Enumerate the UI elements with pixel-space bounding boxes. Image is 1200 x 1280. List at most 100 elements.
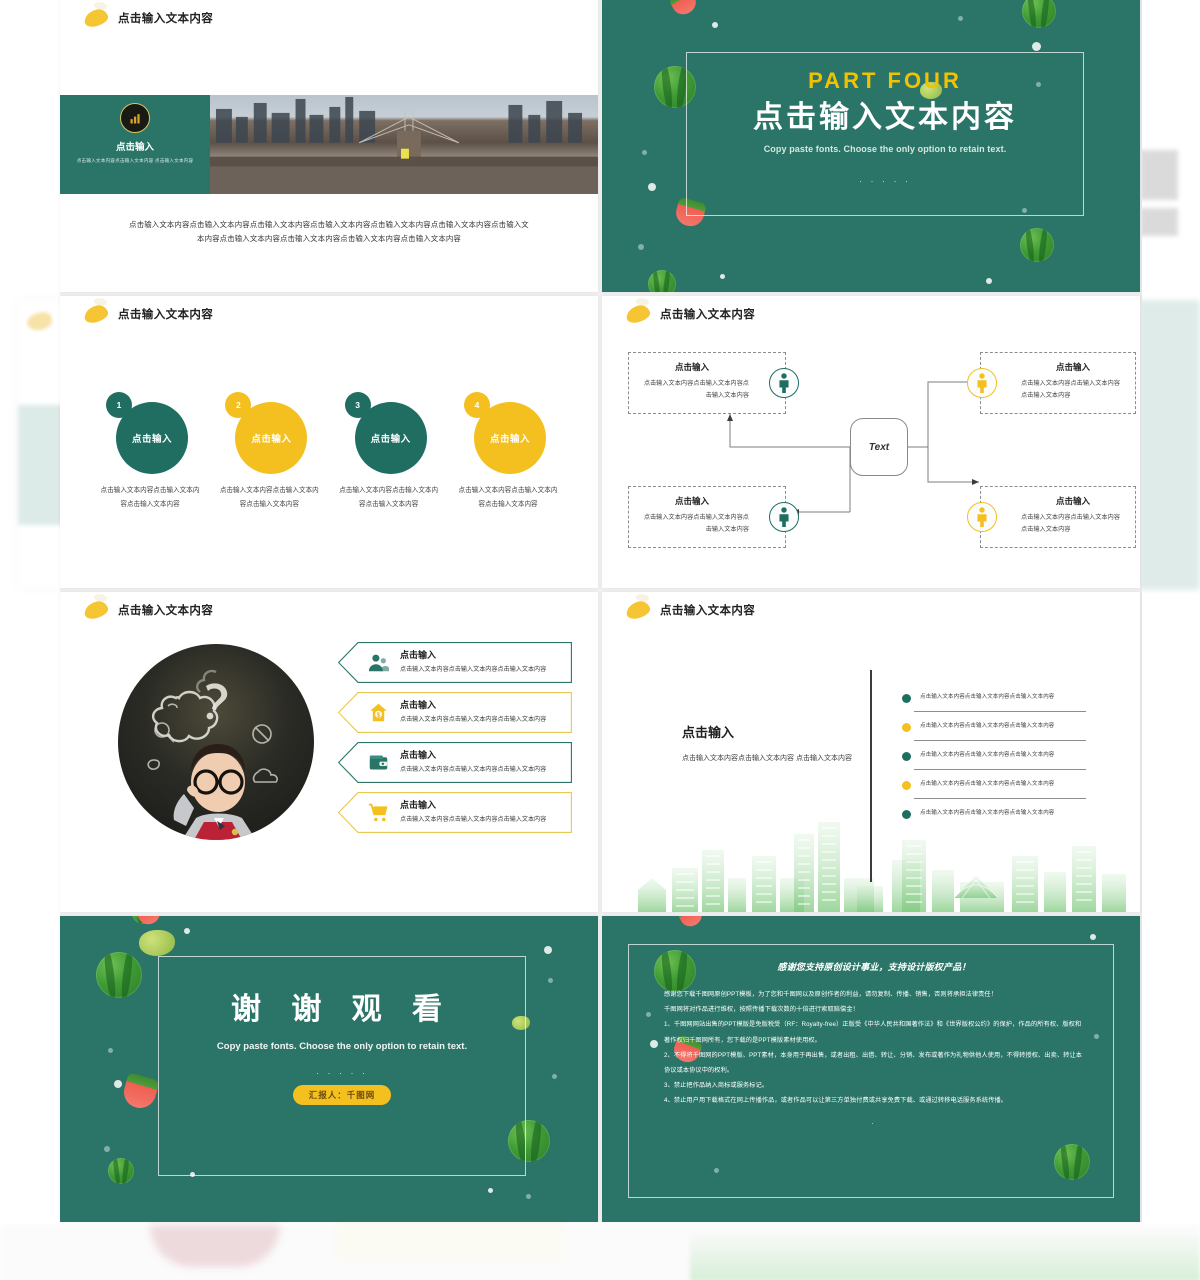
banner-card-subtitle: 点击输入文本内容点击输入文本内容 点击输入文本内容 <box>76 158 194 163</box>
slide-header-title: 点击输入文本内容 <box>118 309 214 321</box>
svg-text:$: $ <box>377 712 381 719</box>
slide-photo-banners[interactable]: 点击输入文本内容 点击输入 点击输入文本内容点击输入文本内容点击输入文本内容 $… <box>60 592 598 912</box>
decorative-dot <box>488 1188 493 1193</box>
divider <box>914 740 1086 741</box>
banner-card-title: 点击输入 <box>115 142 154 153</box>
slide-title: 谢 谢 观 看 <box>230 993 453 1026</box>
copyright-dots: · <box>871 1118 877 1128</box>
timeline-text: 点击输入文本内容点击输入文本内容点击输入文本内容 <box>920 781 1055 787</box>
list-item[interactable]: 点击输入文本内容点击输入文本内容点击输入文本内容 <box>902 748 1088 777</box>
leaf-icon <box>624 599 652 621</box>
background-ghost-teal-block-right <box>1138 300 1200 590</box>
list-item[interactable]: 点击输入 点击输入文本内容点击输入文本内容点击输入文本内容 <box>338 792 572 833</box>
divider <box>914 798 1086 799</box>
banner-desc: 点击输入文本内容点击输入文本内容点击输入文本内容 <box>400 816 547 823</box>
decorative-dot <box>1032 42 1041 51</box>
background-ghost-card <box>335 1222 565 1262</box>
person-icon <box>967 502 997 532</box>
decorative-dot <box>104 1146 110 1152</box>
list-item[interactable]: 点击输入 点击输入文本内容点击输入文本内容点击输入文本内容 <box>338 642 572 683</box>
decorative-dot <box>108 1048 113 1053</box>
copyright-line: 感谢您下载千图网原创PPT模板，为了您和千图网以及原创作者的利益，请勿复制、传播… <box>664 991 997 998</box>
slide-deck-grid: 点击输入文本内容 点击输入 点击输入文本内容点击输入文本内容 点击输入文本内容 <box>60 0 1142 1222</box>
leaf-icon <box>82 7 110 29</box>
copyright-paragraphs: 感谢您下载千图网原创PPT模板，为了您和千图网以及原创作者的利益，请勿复制、传播… <box>664 987 1084 1109</box>
list-item[interactable]: 点击输入文本内容点击输入文本内容点击输入文本内容 <box>902 690 1088 719</box>
diagram-box-title: 点击输入 <box>1055 496 1090 506</box>
slide-header: 点击输入文本内容 <box>82 599 214 621</box>
timeline-bullet <box>902 694 911 703</box>
diagram-box-desc: 点击输入文本内容点击输入文本内容点击输入文本内容 <box>1021 514 1120 534</box>
slide-flow-diagram[interactable]: 点击输入文本内容 点击输入 点击输入文本内容点击输入文本内容点击输入文本内容 点… <box>602 296 1140 588</box>
part-label: PART FOUR <box>808 68 962 93</box>
list-item[interactable]: 点击输入 点击输入文本内容点击输入文本内容点击输入文本内容 <box>338 742 572 783</box>
bar-chart-icon <box>120 103 150 133</box>
slide-title: 点击输入文本内容 <box>753 101 1017 134</box>
diagram-box[interactable]: 点击输入 点击输入文本内容点击输入文本内容点击输入文本内容 <box>967 352 1136 414</box>
slide-thank-you[interactable]: 谢 谢 观 看 Copy paste fonts. Choose the onl… <box>60 916 598 1222</box>
decorative-dot <box>986 278 992 284</box>
diagram-hub-node[interactable]: Text <box>850 418 908 476</box>
diagram-box-title: 点击输入 <box>674 496 709 506</box>
banner-desc: 点击输入文本内容点击输入文本内容点击输入文本内容 <box>400 666 547 673</box>
banner-desc: 点击输入文本内容点击输入文本内容点击输入文本内容 <box>400 716 547 723</box>
slide-header-title: 点击输入文本内容 <box>118 13 214 25</box>
shopping-cart-icon <box>368 802 389 823</box>
watermelon-icon <box>1020 228 1054 262</box>
decorative-dot <box>548 978 553 983</box>
section-paragraph: 点击输入文本内容点击输入文本内容 点击输入文本内容 <box>682 755 852 762</box>
list-item[interactable]: 点击输入文本内容点击输入文本内容点击输入文本内容 <box>902 719 1088 748</box>
slide-header: 点击输入文本内容 <box>82 303 214 325</box>
section-text: 点击输入 点击输入文本内容点击输入文本内容 点击输入文本内容 <box>682 722 852 766</box>
timeline-bullet <box>902 781 911 790</box>
timeline-bullet <box>902 810 911 819</box>
banner-title: 点击输入 <box>400 700 437 710</box>
slide-four-circles[interactable]: 点击输入文本内容 1 点击输入 点击输入文本内容点击输入文本内容点击输入文本内容… <box>60 296 598 588</box>
boy-thinking-chalkboard-photo <box>118 644 314 840</box>
decorative-dot <box>114 1080 122 1088</box>
diagram-box[interactable]: 点击输入 点击输入文本内容点击输入文本内容点击输入文本内容 <box>628 352 799 414</box>
slide-part-four[interactable]: PART FOUR 点击输入文本内容 Copy paste fonts. Cho… <box>602 0 1140 292</box>
slide-dots: · · · · · <box>316 1068 368 1078</box>
slide-city-timeline[interactable]: 点击输入文本内容 点击输入 点击输入文本内容点击输入文本内容 点击输入文本内容 … <box>602 592 1140 912</box>
banner-caption-card[interactable]: 点击输入 点击输入文本内容点击输入文本内容 点击输入文本内容 <box>60 95 210 194</box>
slide-subtitle: Copy paste fonts. Choose the only option… <box>216 1041 468 1052</box>
slide-header: 点击输入文本内容 <box>82 7 214 29</box>
title-block: PART FOUR 点击输入文本内容 Copy paste fonts. Cho… <box>686 52 1084 216</box>
image-banner: 点击输入 点击输入文本内容点击输入文本内容 点击输入文本内容 <box>60 95 598 194</box>
decorative-dot <box>648 183 656 191</box>
timeline-text: 点击输入文本内容点击输入文本内容点击输入文本内容 <box>920 810 1055 816</box>
slide-dots: · · · · · <box>859 176 911 186</box>
list-item[interactable]: 点击输入文本内容点击输入文本内容点击输入文本内容 <box>902 806 1088 835</box>
step-circle: 点击输入 <box>473 402 546 474</box>
list-item[interactable]: 点击输入文本内容点击输入文本内容点击输入文本内容 <box>902 777 1088 806</box>
banner-title: 点击输入 <box>400 750 437 760</box>
presenter-badge[interactable]: 汇报人：千图网 <box>292 1085 392 1105</box>
slide-image-banner[interactable]: 点击输入文本内容 点击输入 点击输入文本内容点击输入文本内容 点击输入文本内容 <box>60 0 598 292</box>
watermelon-icon <box>96 952 142 998</box>
step-circle: 点击输入 <box>116 402 188 474</box>
list-item[interactable]: $ 点击输入 点击输入文本内容点击输入文本内容点击输入文本内容 <box>338 692 572 733</box>
diagram-box[interactable]: 点击输入 点击输入文本内容点击输入文本内容点击输入文本内容 <box>628 486 799 548</box>
copyright-block: 感谢您支持原创设计事业，支持设计版权产品！ 感谢您下载千图网原创PPT模板，为了… <box>664 960 1084 1128</box>
timeline-bullet <box>902 752 911 761</box>
banner-desc: 点击输入文本内容点击输入文本内容点击输入文本内容 <box>400 766 547 773</box>
diagram-box[interactable]: 点击输入 点击输入文本内容点击输入文本内容点击输入文本内容 <box>967 486 1136 548</box>
copyright-title: 感谢您支持原创设计事业，支持设计版权产品！ <box>777 962 971 972</box>
person-icon <box>769 502 799 532</box>
divider <box>914 769 1086 770</box>
users-icon <box>368 652 389 673</box>
leaf-icon <box>82 599 110 621</box>
slide-header-title: 点击输入文本内容 <box>118 605 214 617</box>
leaf-icon <box>82 303 110 325</box>
step-circle: 点击输入 <box>235 402 308 474</box>
slide-copyright[interactable]: 感谢您支持原创设计事业，支持设计版权产品！ 感谢您下载千图网原创PPT模板，为了… <box>602 916 1140 1222</box>
decorative-dot <box>1090 934 1096 940</box>
section-heading: 点击输入 <box>682 725 735 740</box>
wallet-icon <box>368 752 389 773</box>
copyright-line: 千图网将对作品进行维权，按照传播下载次数的十倍进行索取赔偿金！ <box>664 1006 859 1014</box>
diagram-box-title: 点击输入 <box>1055 362 1090 372</box>
timeline-axis <box>870 670 872 882</box>
copyright-line: 1、千图网网站出售的PPT模版是免版税受（RF：Royalty-free）正版受… <box>664 1021 1082 1044</box>
bridge-city-photo <box>210 95 598 194</box>
